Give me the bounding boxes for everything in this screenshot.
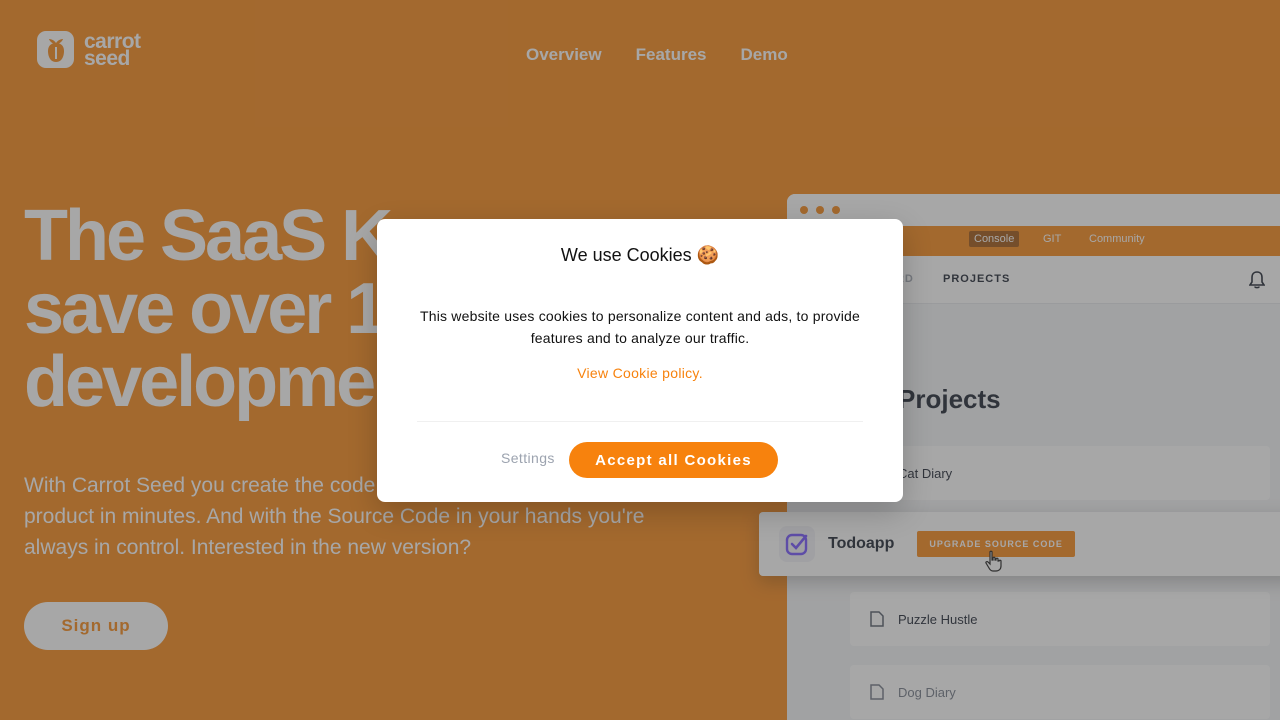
cookie-policy-link[interactable]: View Cookie policy. <box>377 365 903 381</box>
accept-all-cookies-button[interactable]: Accept all Cookies <box>569 442 778 478</box>
cookie-settings-button[interactable]: Settings <box>501 450 555 466</box>
cookie-dialog-body: This website uses cookies to personalize… <box>419 308 861 346</box>
dialog-divider <box>417 421 863 422</box>
cookie-dialog-title: We use Cookies 🍪 <box>560 245 720 265</box>
